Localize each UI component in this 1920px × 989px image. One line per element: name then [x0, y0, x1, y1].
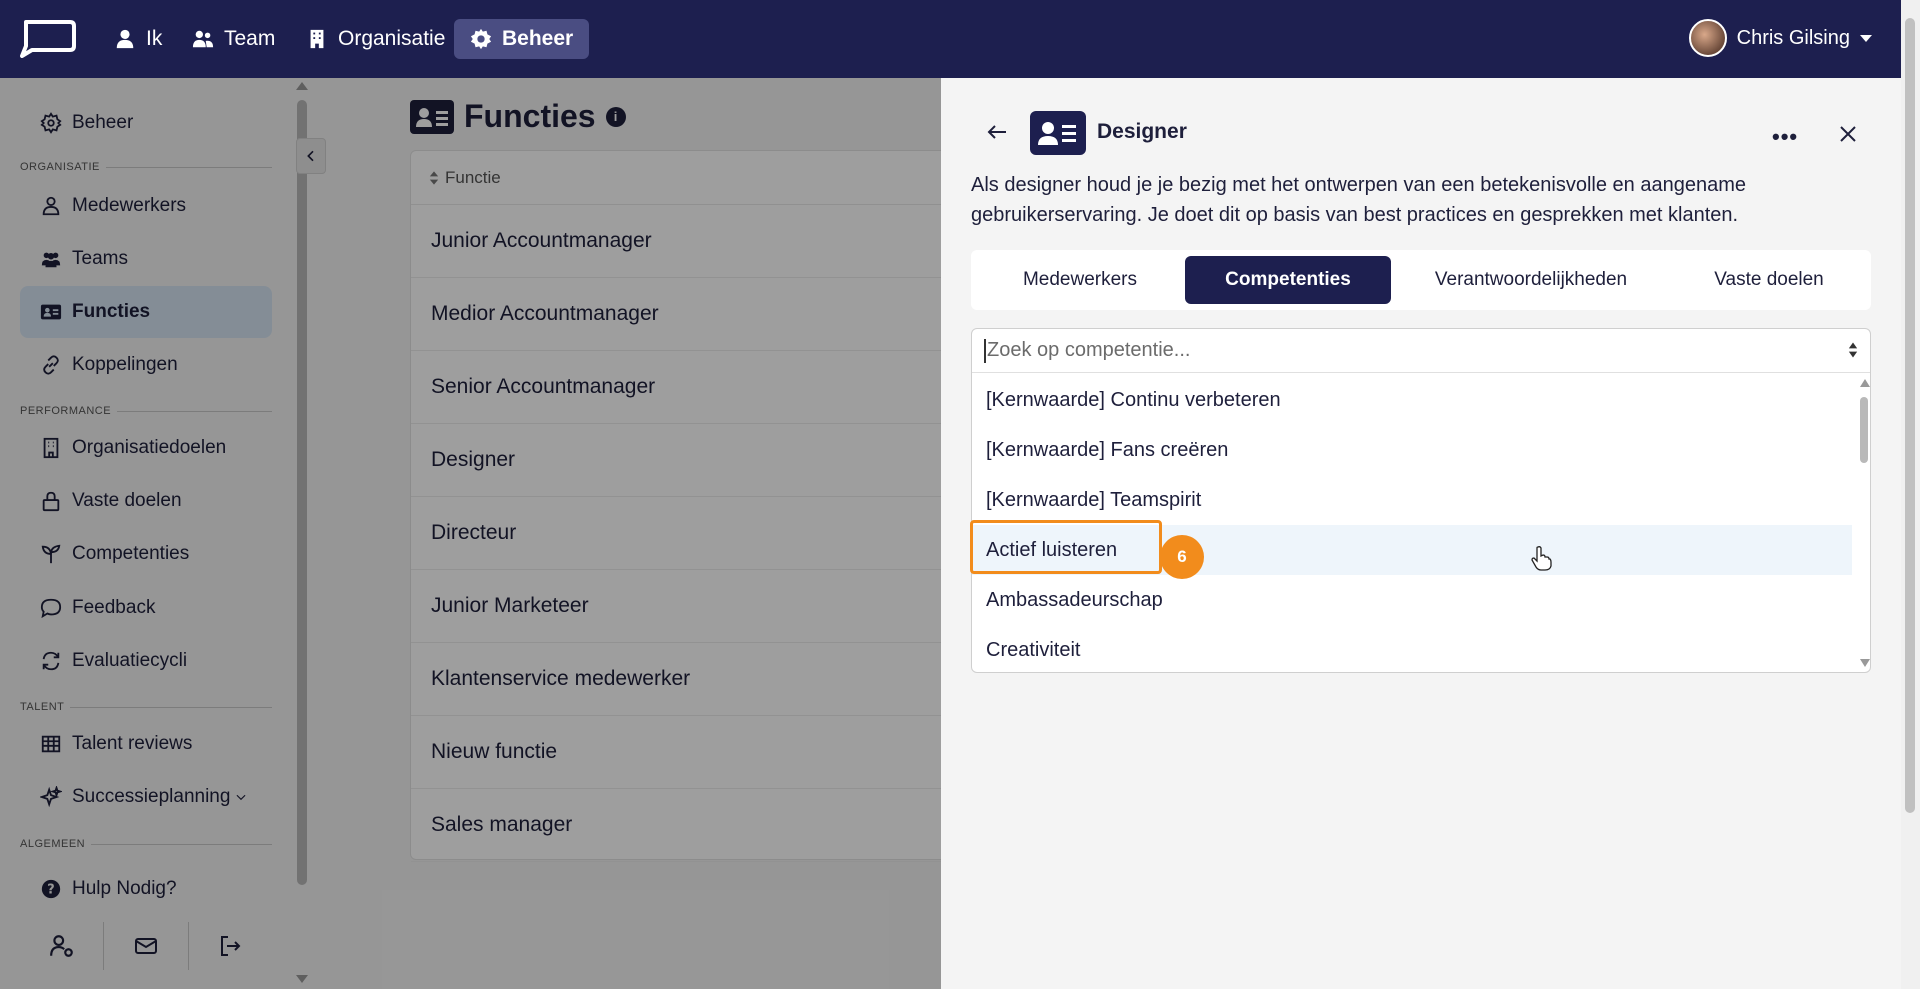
nav-item-ik[interactable]: Ik [98, 19, 178, 59]
list-item[interactable]: [Kernwaarde] Teamspirit [972, 475, 1852, 525]
text-cursor [984, 338, 986, 363]
competentie-combobox: Zoek op competentie... [Kernwaarde] Cont… [971, 328, 1871, 673]
app-logo-icon[interactable] [18, 18, 78, 58]
gear-icon [470, 28, 492, 50]
list-item[interactable]: [Kernwaarde] Fans creëren [972, 425, 1852, 475]
list-item[interactable]: [Kernwaarde] Continu verbeteren [972, 375, 1852, 425]
nav-item-organisatie[interactable]: Organisatie [290, 19, 461, 59]
users-icon [192, 30, 214, 48]
list-item[interactable]: Creativiteit [972, 625, 1852, 675]
top-navigation: Ik Team Organisatie Beheer Chris Gilsing [0, 0, 1920, 78]
tab-vaste-doelen[interactable]: Vaste doelen [1671, 256, 1867, 304]
tab-verantwoordelijkheden[interactable]: Verantwoordelijkheden [1391, 256, 1671, 304]
user-name: Chris Gilsing [1736, 26, 1850, 49]
modal-backdrop[interactable] [0, 78, 941, 989]
close-icon[interactable] [1838, 124, 1858, 144]
tab-medewerkers[interactable]: Medewerkers [975, 256, 1185, 304]
tab-competenties[interactable]: Competenties [1185, 256, 1391, 304]
id-card-icon [1030, 111, 1086, 155]
panel-title: Designer [1097, 120, 1187, 143]
building-icon [310, 29, 324, 49]
scroll-up-icon[interactable] [1860, 379, 1870, 387]
search-input[interactable]: Zoek op competentie... [972, 329, 1870, 373]
back-arrow-icon[interactable] [985, 120, 1009, 144]
avatar [1688, 19, 1727, 57]
user-icon [116, 29, 134, 49]
panel-description: Als designer houd je je bezig met het on… [971, 174, 1746, 226]
nav-item-beheer[interactable]: Beheer [454, 19, 590, 59]
scroll-down-icon[interactable] [1860, 659, 1870, 667]
highlight-box [970, 520, 1162, 574]
step-badge: 6 [1160, 535, 1204, 579]
page-scrollbar-thumb[interactable] [1905, 18, 1915, 813]
nav-item-team[interactable]: Team [176, 19, 291, 59]
more-options-icon[interactable]: ••• [1772, 124, 1798, 150]
dropdown-scrollbar[interactable] [1860, 397, 1868, 463]
chevron-down-icon [1860, 34, 1872, 42]
user-menu[interactable]: Chris Gilsing [1688, 16, 1872, 60]
hand-pointer-icon [1531, 546, 1552, 571]
panel-tabs: Medewerkers Competenties Verantwoordelij… [971, 250, 1871, 310]
list-item[interactable]: Ambassadeurschap [972, 575, 1852, 625]
sort-icon [1848, 342, 1858, 358]
